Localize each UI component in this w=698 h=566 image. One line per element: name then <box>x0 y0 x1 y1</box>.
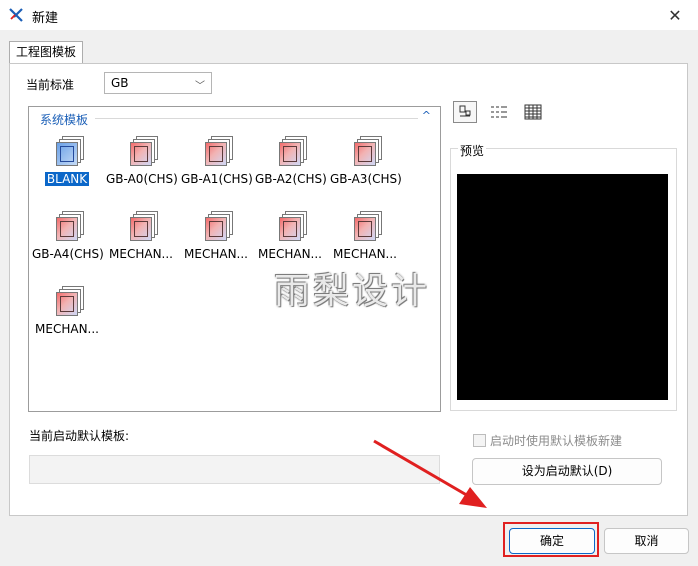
annotation-arrow-icon <box>373 439 487 508</box>
cancel-button[interactable]: 取消 <box>604 528 689 554</box>
ok-button[interactable]: 确定 <box>509 528 595 554</box>
